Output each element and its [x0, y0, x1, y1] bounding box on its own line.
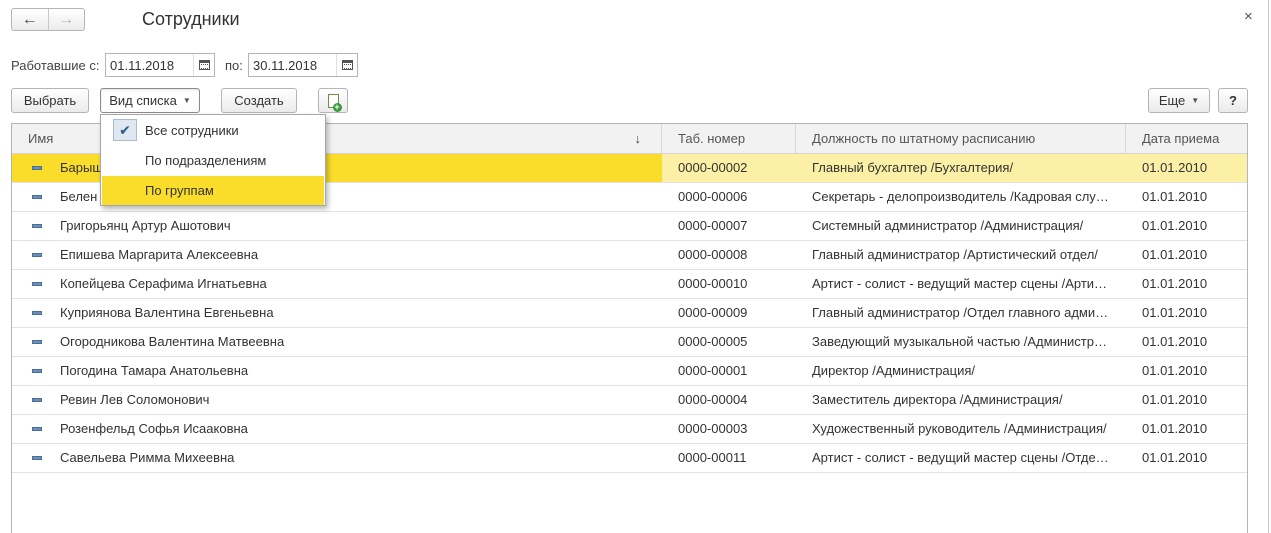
table-row[interactable]: Ревин Лев Соломонович 0000-00004 Заместите…	[12, 386, 1247, 415]
cell-hire-date: 01.01.2010	[1142, 421, 1208, 436]
create-copy-icon	[327, 93, 342, 112]
menu-item-by-groups[interactable]: По группам	[102, 176, 324, 205]
cell-position: Главный бухгалтер /Бухгалтерия/	[812, 160, 1014, 175]
create-button[interactable]: Создать	[221, 88, 297, 113]
to-date-field[interactable]: 30.11.2018	[248, 53, 358, 77]
table-row[interactable]: Епишева Маргарита Алексеевна 0000-00008 Гл…	[12, 241, 1247, 270]
cell-position: Главный администратор /Отдел главного ад…	[812, 305, 1109, 320]
view-list-button[interactable]: Вид списка ▼	[100, 88, 200, 113]
cell-hire-date: 01.01.2010	[1142, 247, 1208, 262]
cell-hire-date: 01.01.2010	[1142, 392, 1208, 407]
cell-tab-number: 0000-00011	[678, 450, 747, 465]
table-row[interactable]: Савельева Римма Михеевна 0000-00011 Артист…	[12, 444, 1247, 473]
more-label: Еще	[1158, 93, 1186, 108]
cell-name: Розенфельд Софья Исааковна	[60, 421, 248, 436]
cell-tab-number: 0000-00009	[678, 305, 748, 320]
view-list-label: Вид списка	[109, 93, 177, 108]
help-button[interactable]: ?	[1218, 88, 1248, 113]
window-edge	[1268, 0, 1269, 533]
cell-hire-date: 01.01.2010	[1142, 218, 1208, 233]
cell-position: Директор /Администрация/	[812, 363, 976, 378]
cell-position: Заместитель директора /Администрация/	[812, 392, 1063, 407]
cell-hire-date: 01.01.2010	[1142, 189, 1208, 204]
cell-tab-number: 0000-00010	[678, 276, 748, 291]
sort-down-icon: ↓	[634, 131, 642, 146]
to-date-value[interactable]: 30.11.2018	[249, 58, 336, 73]
cell-hire-date: 01.01.2010	[1142, 450, 1208, 465]
cell-name: Куприянова Валентина Евгеньевна	[60, 305, 274, 320]
select-button[interactable]: Выбрать	[11, 88, 89, 113]
cell-name: Погодина Тамара Анатольевна	[60, 363, 249, 378]
create-copy-button[interactable]	[318, 88, 348, 113]
employee-item-icon	[32, 369, 42, 373]
calendar-icon[interactable]	[336, 54, 357, 76]
from-date-field[interactable]: 01.11.2018	[105, 53, 215, 77]
cell-tab-number: 0000-00005	[678, 334, 748, 349]
employee-item-icon	[32, 282, 42, 286]
cell-name: Григорьянц Артур Ашотович	[60, 218, 231, 233]
table-row[interactable]: Куприянова Валентина Евгеньевна 0000-0000…	[12, 299, 1247, 328]
employee-item-icon	[32, 311, 42, 315]
cell-name: Епишева Маргарита Алексеевна	[60, 247, 259, 262]
arrow-left-icon[interactable]: ←	[12, 9, 49, 30]
cell-hire-date: 01.01.2010	[1142, 160, 1208, 175]
cell-position: Художественный руководитель /Администрац…	[812, 421, 1107, 436]
cell-name: Огородникова Валентина Матвеевна	[60, 334, 285, 349]
table-row[interactable]: Копейцева Серафима Игнатьевна 0000-00010 А…	[12, 270, 1247, 299]
more-button[interactable]: Еще ▼	[1148, 88, 1210, 113]
table-row[interactable]: Розенфельд Софья Исааковна 0000-00003 Худо…	[12, 415, 1247, 444]
cell-hire-date: 01.01.2010	[1142, 334, 1208, 349]
table-row[interactable]: Григорьянц Артур Ашотович 0000-00007 Систе…	[12, 212, 1247, 241]
chevron-down-icon: ▼	[1191, 96, 1200, 105]
column-header-position[interactable]: Должность по штатному расписанию	[796, 124, 1126, 153]
employee-item-icon	[32, 456, 42, 460]
cell-name: Савельева Римма Михеевна	[60, 450, 235, 465]
employee-item-icon	[32, 340, 42, 344]
cell-name: Копейцева Серафима Игнатьевна	[60, 276, 267, 291]
employee-item-icon	[32, 253, 42, 257]
close-icon[interactable]: ×	[1244, 8, 1253, 25]
cell-position: Заведующий музыкальной частью /Администр…	[812, 334, 1107, 349]
employee-item-icon	[32, 195, 42, 199]
chevron-down-icon: ▼	[182, 96, 191, 105]
cell-name: Ревин Лев Соломонович	[60, 392, 210, 407]
employee-item-icon	[32, 398, 42, 402]
cell-tab-number: 0000-00007	[678, 218, 748, 233]
from-date-value[interactable]: 01.11.2018	[106, 58, 193, 73]
from-date-label: Работавшие с:	[11, 58, 100, 73]
cell-position: Артист - солист - ведущий мастер сцены /…	[812, 276, 1108, 291]
cell-position: Секретарь - делопроизводитель /Кадровая …	[812, 189, 1109, 204]
cell-position: Главный администратор /Артистический отд…	[812, 247, 1098, 262]
employee-item-icon	[32, 224, 42, 228]
cell-hire-date: 01.01.2010	[1142, 363, 1208, 378]
arrow-right-icon[interactable]: →	[49, 9, 85, 30]
cell-tab-number: 0000-00006	[678, 189, 748, 204]
table-row[interactable]: Огородникова Валентина Матвеевна 0000-000…	[12, 328, 1247, 357]
navigation-buttons: ← →	[11, 8, 85, 31]
cell-tab-number: 0000-00003	[678, 421, 748, 436]
menu-item-by-departments[interactable]: По подразделениям	[102, 146, 324, 175]
cell-tab-number: 0000-00001	[678, 363, 748, 378]
page-title: Сотрудники	[142, 9, 240, 29]
calendar-icon[interactable]	[193, 54, 214, 76]
checkmark-icon: ✔	[113, 119, 137, 141]
to-date-label: по:	[225, 58, 243, 73]
cell-hire-date: 01.01.2010	[1142, 276, 1208, 291]
view-list-menu: ✔ Все сотрудники По подразделениям По гр…	[100, 114, 326, 206]
cell-tab-number: 0000-00002	[678, 160, 748, 175]
column-header-hire-date[interactable]: Дата приема	[1126, 124, 1247, 153]
cell-position: Артист - солист - ведущий мастер сцены /…	[812, 450, 1109, 465]
cell-tab-number: 0000-00008	[678, 247, 748, 262]
menu-item-all-employees[interactable]: ✔ Все сотрудники	[102, 116, 324, 145]
employee-item-icon	[32, 427, 42, 431]
column-header-tab-number[interactable]: Таб. номер	[662, 124, 796, 153]
cell-tab-number: 0000-00004	[678, 392, 748, 407]
cell-hire-date: 01.01.2010	[1142, 305, 1208, 320]
employee-item-icon	[32, 166, 42, 170]
cell-position: Системный администратор /Администрация/	[812, 218, 1084, 233]
table-row[interactable]: Погодина Тамара Анатольевна 0000-00001 Дир…	[12, 357, 1247, 386]
